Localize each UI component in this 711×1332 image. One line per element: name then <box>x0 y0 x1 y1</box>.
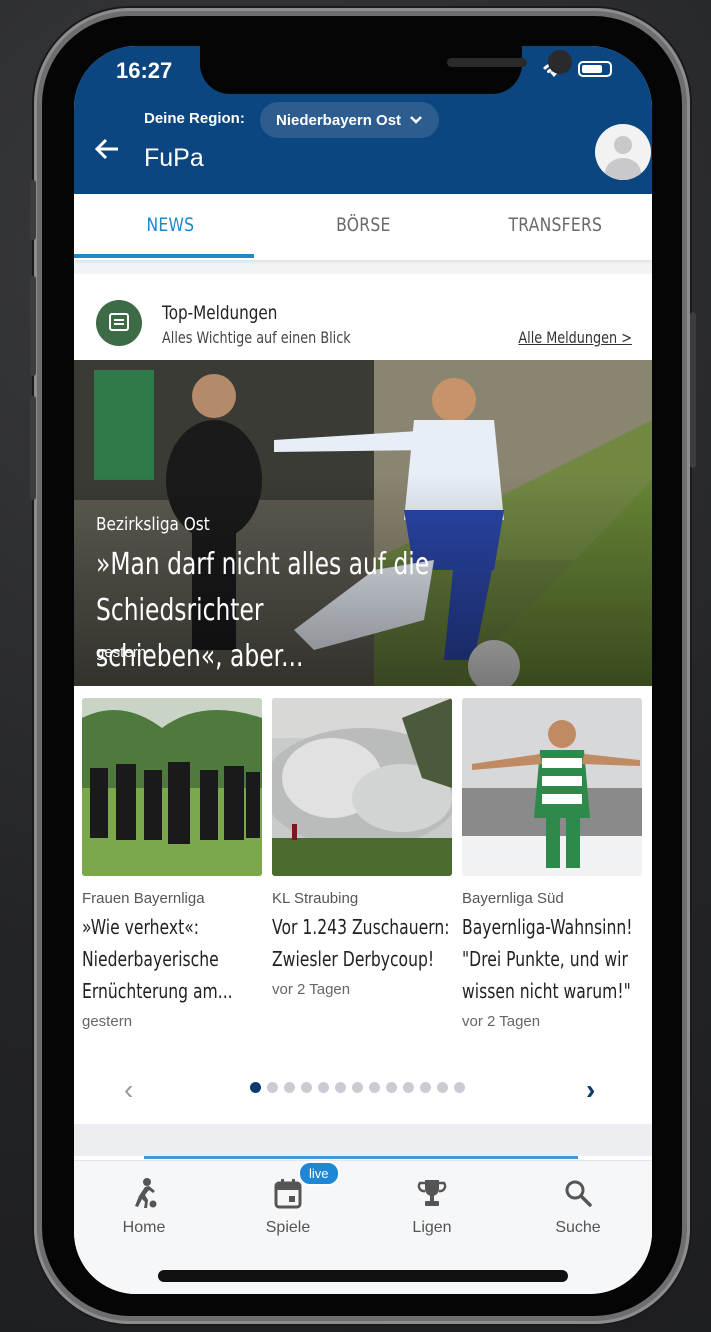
region-selector[interactable]: Niederbayern Ost <box>260 102 440 138</box>
app-title: FuPa <box>144 144 204 172</box>
front-camera <box>548 50 572 74</box>
app-screen: 16:27 Deine Region: Niederbayern Ost FuP… <box>74 46 652 1294</box>
message-icon <box>96 300 142 346</box>
article-card[interactable]: Frauen Bayernliga »Wie verhext«: Niederb… <box>82 698 262 1030</box>
hero-title: »Man darf nicht alles auf die Schiedsric… <box>96 542 603 680</box>
tab-bar: NEWS BÖRSE TRANSFERS <box>74 194 652 260</box>
home-indicator[interactable] <box>158 1270 568 1282</box>
article-title-line: Vor 1.243 Zuschauern: <box>272 915 450 939</box>
chevron-down-icon <box>410 116 422 124</box>
carousel-page-dots <box>250 1082 465 1093</box>
nav-home[interactable]: Home <box>84 1175 204 1237</box>
app-header: 16:27 Deine Region: Niederbayern Ost FuP… <box>74 46 652 194</box>
carousel-dot[interactable] <box>267 1082 278 1093</box>
tab-news[interactable]: NEWS <box>91 194 249 260</box>
article-card[interactable]: Bayernliga Süd Bayernliga-Wahnsinn! "Dre… <box>462 698 642 1030</box>
phone-notch <box>200 46 572 94</box>
phone-power-button <box>690 312 696 468</box>
nav-ligen-label: Ligen <box>412 1219 452 1236</box>
live-badge: live <box>298 1161 340 1186</box>
hero-date: gestern <box>96 644 147 661</box>
article-category: Bayernliga Süd <box>462 890 564 907</box>
carousel-dot[interactable] <box>284 1082 295 1093</box>
avatar-head <box>614 136 632 154</box>
nav-spiele-label: Spiele <box>265 1219 311 1236</box>
nav-suche[interactable]: Suche <box>518 1175 638 1237</box>
article-title-line: Niederbayerische <box>82 947 219 971</box>
article-thumbnail <box>82 698 262 876</box>
carousel-dot[interactable] <box>454 1082 465 1093</box>
battery-icon <box>578 61 612 77</box>
article-date: vor 2 Tagen <box>462 1013 541 1030</box>
region-value: Niederbayern Ost <box>276 111 402 129</box>
carousel-dot[interactable] <box>420 1082 431 1093</box>
section-divider <box>74 1124 652 1156</box>
article-title-line: wissen nicht warum!" <box>462 979 631 1003</box>
phone-volume-down <box>30 396 36 500</box>
next-section-accent <box>144 1156 578 1159</box>
nav-ligen[interactable]: Ligen <box>372 1175 492 1237</box>
article-card[interactable]: KL Straubing Vor 1.243 Zuschauern: Zwies… <box>272 698 452 1030</box>
carousel-dot[interactable] <box>386 1082 397 1093</box>
region-label: Deine Region: <box>144 110 245 127</box>
carousel-dot[interactable] <box>301 1082 312 1093</box>
article-carousel: Frauen Bayernliga »Wie verhext«: Niederb… <box>82 698 652 1030</box>
article-title: Vor 1.243 Zuschauern: Zwiesler Derbycoup… <box>272 911 453 975</box>
nav-spiele[interactable]: live Spiele <box>228 1161 348 1237</box>
article-title: Bayernliga-Wahnsinn! "Drei Punkte, und w… <box>462 911 643 1007</box>
article-category: Frauen Bayernliga <box>82 890 205 907</box>
article-date: vor 2 Tagen <box>272 981 351 998</box>
calendar-icon: live <box>228 1161 348 1211</box>
carousel-dot[interactable] <box>335 1082 346 1093</box>
search-icon <box>518 1175 638 1211</box>
article-title-line: Bayernliga-Wahnsinn! <box>462 915 633 939</box>
arrow-left-icon <box>94 138 118 160</box>
hero-title-line: schieben«, aber... <box>96 639 304 674</box>
carousel-dot[interactable] <box>437 1082 448 1093</box>
phone-side-button <box>30 180 36 240</box>
back-button[interactable] <box>94 134 120 168</box>
carousel-dot[interactable] <box>403 1082 414 1093</box>
nav-suche-label: Suche <box>555 1219 601 1236</box>
article-title-line: »Wie verhext«: <box>82 915 199 939</box>
carousel-dot[interactable] <box>250 1082 261 1093</box>
article-category: KL Straubing <box>272 890 359 907</box>
section-title: Top-Meldungen <box>162 302 278 324</box>
avatar-body <box>605 158 641 180</box>
soccer-player-icon <box>84 1175 204 1211</box>
tab-boerse[interactable]: BÖRSE <box>284 194 442 260</box>
trophy-icon <box>372 1175 492 1211</box>
hero-article[interactable]: Bezirksliga Ost »Man darf nicht alles au… <box>74 360 652 686</box>
hero-category: Bezirksliga Ost <box>96 514 210 535</box>
carousel-prev-button[interactable]: ‹ <box>124 1074 133 1106</box>
speaker-grille <box>447 58 527 67</box>
article-date: gestern <box>82 1013 133 1030</box>
profile-avatar[interactable] <box>595 124 651 180</box>
tab-transfers[interactable]: TRANSFERS <box>477 194 635 260</box>
all-news-link[interactable]: Alle Meldungen > <box>518 328 632 347</box>
article-title-line: Zwiesler Derbycoup! <box>272 947 435 971</box>
article-title-line: "Drei Punkte, und wir <box>462 947 628 971</box>
carousel-dot[interactable] <box>352 1082 363 1093</box>
nav-home-label: Home <box>122 1219 166 1236</box>
tab-active-indicator <box>74 254 254 258</box>
article-thumbnail <box>272 698 452 876</box>
carousel-dot[interactable] <box>318 1082 329 1093</box>
carousel-next-button[interactable]: › <box>586 1074 595 1106</box>
article-title: »Wie verhext«: Niederbayerische Ernüchte… <box>82 911 263 1007</box>
hero-title-line: »Man darf nicht alles auf die Schiedsric… <box>96 547 430 628</box>
carousel-dot[interactable] <box>369 1082 380 1093</box>
top-news-card: Top-Meldungen Alles Wichtige auf einen B… <box>74 274 652 1124</box>
section-subtitle: Alles Wichtige auf einen Blick <box>162 328 351 347</box>
status-time: 16:27 <box>116 58 173 83</box>
article-thumbnail <box>462 698 642 876</box>
article-title-line: Ernüchterung am... <box>82 979 233 1003</box>
phone-volume-up <box>30 276 36 376</box>
